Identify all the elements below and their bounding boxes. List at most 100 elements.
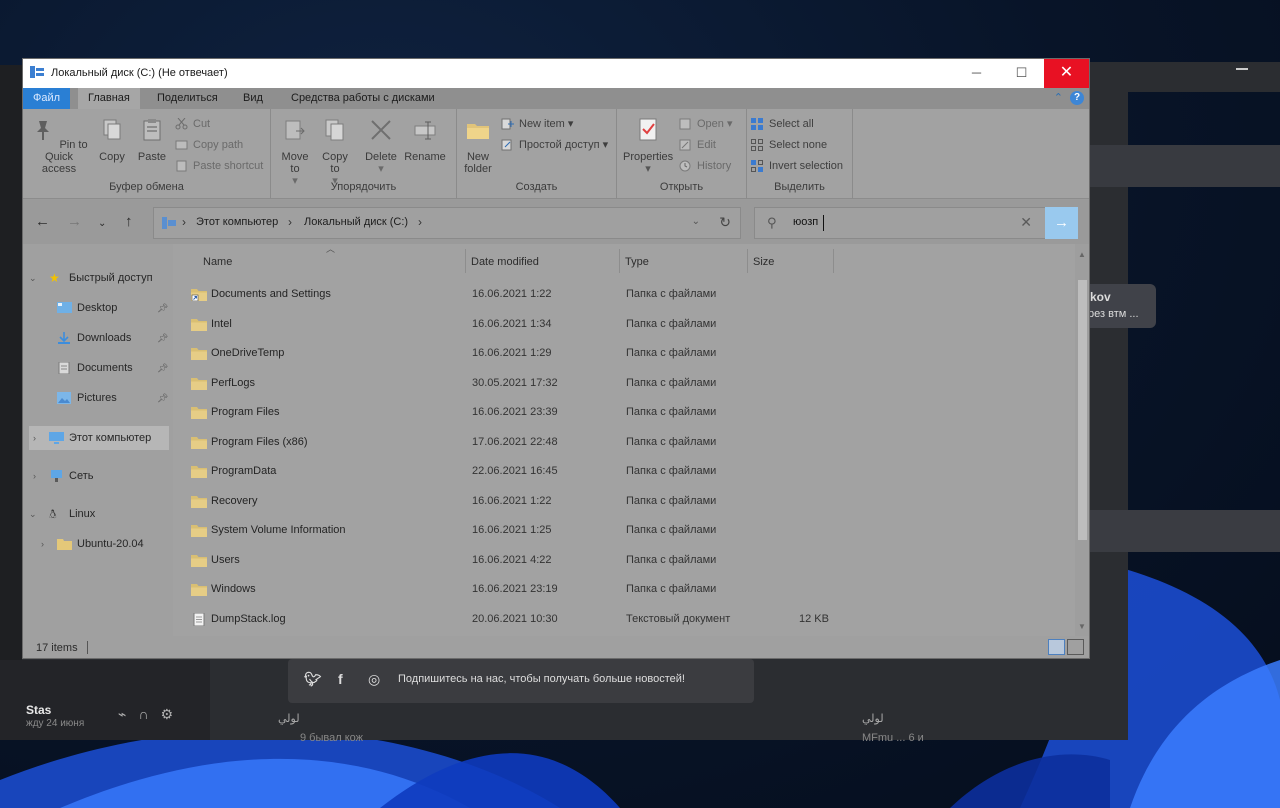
copy-path-button[interactable]: Copy path (175, 137, 243, 153)
file-row[interactable]: DumpStack.log 20.06.2021 10:30 Текстовый д… (189, 605, 1069, 634)
folder-icon (191, 407, 207, 419)
collapse-ribbon-icon[interactable]: ⌃ (1054, 91, 1063, 104)
title-bar[interactable]: Локальный диск (C:) (Не отвечает) ─ ☐ ✕ (23, 59, 1089, 88)
scroll-up-arrow-icon[interactable]: ▲ (1078, 250, 1086, 259)
new-folder-button[interactable]: New folder (461, 117, 495, 175)
help-icon[interactable]: ? (1070, 91, 1084, 105)
nav-this-pc[interactable]: › Этот компьютер (29, 426, 169, 450)
file-row[interactable]: Program Files (x86) 17.06.2021 22:48 Папка… (189, 428, 1069, 457)
group-organize: Move to ▾ Copy to ▾ Delete ▾ Rename Упорядо… (271, 109, 457, 199)
breadcrumb-local-disk[interactable]: Локальный диск (C:) (304, 216, 408, 228)
this-pc-icon (49, 432, 64, 444)
copy-button[interactable]: Copy (95, 117, 129, 163)
column-divider[interactable] (833, 249, 834, 273)
file-row[interactable]: Users 16.06.2021 4:22 Папка с файлами (189, 546, 1069, 575)
pin-quick-access-button[interactable]: Pin to Quick access (29, 117, 89, 175)
recent-locations-icon[interactable]: ⌄ (98, 216, 106, 231)
expanded-chevron-icon[interactable]: ⌄ (29, 266, 41, 290)
nav-ubuntu[interactable]: › Ubuntu-20.04 (29, 532, 169, 556)
details-view-icon[interactable] (1048, 639, 1065, 655)
history-button[interactable]: History (679, 158, 731, 174)
file-row[interactable]: Windows 16.06.2021 23:19 Папка с файлами (189, 575, 1069, 604)
nav-label: Linux (69, 508, 96, 520)
rename-button[interactable]: Rename (403, 117, 447, 163)
scissors-icon (175, 118, 188, 130)
new-item-button[interactable]: New item ▾ (501, 116, 573, 132)
properties-button[interactable]: Properties ▾ (623, 117, 673, 175)
nav-pictures[interactable]: Pictures 📌︎ (29, 386, 169, 410)
column-divider[interactable] (747, 249, 748, 273)
column-size[interactable]: Size (753, 256, 774, 268)
paste-shortcut-button[interactable]: Paste shortcut (175, 158, 263, 174)
scroll-down-arrow-icon[interactable]: ▼ (1078, 622, 1086, 631)
easy-access-button[interactable]: Простой доступ ▾ (501, 137, 608, 153)
column-divider[interactable] (465, 249, 466, 273)
nav-network[interactable]: › Сеть (29, 464, 169, 488)
mute-icon[interactable]: ⌁ (118, 706, 138, 722)
file-row[interactable]: PerfLogs 30.05.2021 17:32 Папка с файлами (189, 369, 1069, 398)
easy-access-label: Простой доступ (519, 139, 600, 151)
large-icons-view-icon[interactable] (1067, 639, 1084, 655)
tab-home[interactable]: Главная (78, 88, 140, 109)
tab-view[interactable]: Вид (233, 88, 273, 109)
paste-button[interactable]: Paste (135, 117, 169, 163)
nav-documents[interactable]: Documents 📌︎ (29, 356, 169, 380)
up-arrow-icon[interactable]: ↑ (125, 214, 133, 229)
cut-button[interactable]: Cut (175, 116, 210, 132)
file-row[interactable]: Recovery 16.06.2021 1:22 Папка с файлами (189, 487, 1069, 516)
open-button[interactable]: Open ▾ (679, 116, 733, 132)
file-row[interactable]: Intel 16.06.2021 1:34 Папка с файлами (189, 310, 1069, 339)
group-new: New folder New item ▾ Простой доступ ▾ С… (457, 109, 617, 199)
search-input[interactable]: юозп (793, 216, 818, 228)
collapsed-chevron-icon[interactable]: › (33, 426, 45, 450)
settings-gear-icon[interactable]: ⚙ (161, 706, 186, 722)
file-type: Папка с файлами (626, 583, 717, 595)
move-to-button[interactable]: Move to ▾ (279, 117, 311, 187)
minimize-icon[interactable] (1236, 68, 1248, 70)
tab-file[interactable]: Файл (23, 88, 71, 109)
tab-share[interactable]: Поделиться (147, 88, 228, 109)
nav-linux[interactable]: ⌄ 🐧︎ Linux (29, 502, 169, 526)
file-date: 16.06.2021 23:19 (472, 583, 558, 595)
back-arrow-icon[interactable]: ← (35, 214, 50, 229)
search-box[interactable]: ⚲ юозп ✕ → (754, 207, 1078, 239)
address-bar[interactable]: › Этот компьютер › Локальный диск (C:) ›… (153, 207, 741, 239)
file-row[interactable]: System Volume Information 16.06.2021 1:25… (189, 516, 1069, 545)
close-button[interactable]: ✕ (1044, 59, 1089, 88)
headset-icon[interactable]: ∩ (138, 706, 160, 722)
nav-quick-access[interactable]: ⌄ ★ Быстрый доступ (29, 266, 169, 290)
tab-drive-tools[interactable]: Средства работы с дисками (281, 88, 445, 109)
column-name[interactable]: Name (203, 256, 232, 268)
delete-button[interactable]: Delete ▾ (365, 117, 397, 175)
twitter-icon[interactable]: 🐦︎ (304, 671, 322, 687)
column-type[interactable]: Type (625, 256, 649, 268)
select-all-button[interactable]: Select all (751, 116, 814, 132)
file-row[interactable]: Documents and Settings 16.06.2021 1:22 Пап… (189, 280, 1069, 309)
column-date-modified[interactable]: Date modified (471, 256, 539, 268)
address-dropdown-icon[interactable]: ⌄ (692, 216, 700, 227)
file-row[interactable]: OneDriveTemp 16.06.2021 1:29 Папка с файла… (189, 339, 1069, 368)
search-go-button[interactable]: → (1045, 207, 1078, 239)
forward-arrow-icon[interactable]: → (67, 214, 82, 229)
breadcrumb-this-pc[interactable]: Этот компьютер (196, 216, 278, 228)
facebook-icon[interactable]: f (338, 671, 354, 687)
maximize-button[interactable]: ☐ (999, 59, 1044, 88)
file-row[interactable]: Program Files 16.06.2021 23:39 Папка с фай… (189, 398, 1069, 427)
expanded-chevron-icon[interactable]: ⌄ (29, 502, 41, 526)
nav-desktop[interactable]: Desktop 📌︎ (29, 296, 169, 320)
invert-selection-button[interactable]: Invert selection (751, 158, 843, 174)
edit-button[interactable]: Edit (679, 137, 716, 153)
clear-search-icon[interactable]: ✕ (1020, 214, 1032, 231)
vertical-scrollbar[interactable]: ▲ ▼ (1075, 244, 1089, 636)
refresh-icon[interactable]: ↻ (719, 214, 731, 231)
file-row[interactable]: ProgramData 22.06.2021 16:45 Папка с файла… (189, 457, 1069, 486)
collapsed-chevron-icon[interactable]: › (33, 464, 45, 488)
instagram-icon[interactable]: ◎ (368, 671, 384, 687)
column-divider[interactable] (619, 249, 620, 273)
scrollbar-thumb[interactable] (1078, 280, 1087, 540)
minimize-button[interactable]: ─ (954, 59, 999, 88)
nav-downloads[interactable]: Downloads 📌︎ (29, 326, 169, 350)
collapsed-chevron-icon[interactable]: › (41, 532, 53, 556)
select-none-button[interactable]: Select none (751, 137, 827, 153)
copy-to-button[interactable]: Copy to ▾ (319, 117, 351, 187)
